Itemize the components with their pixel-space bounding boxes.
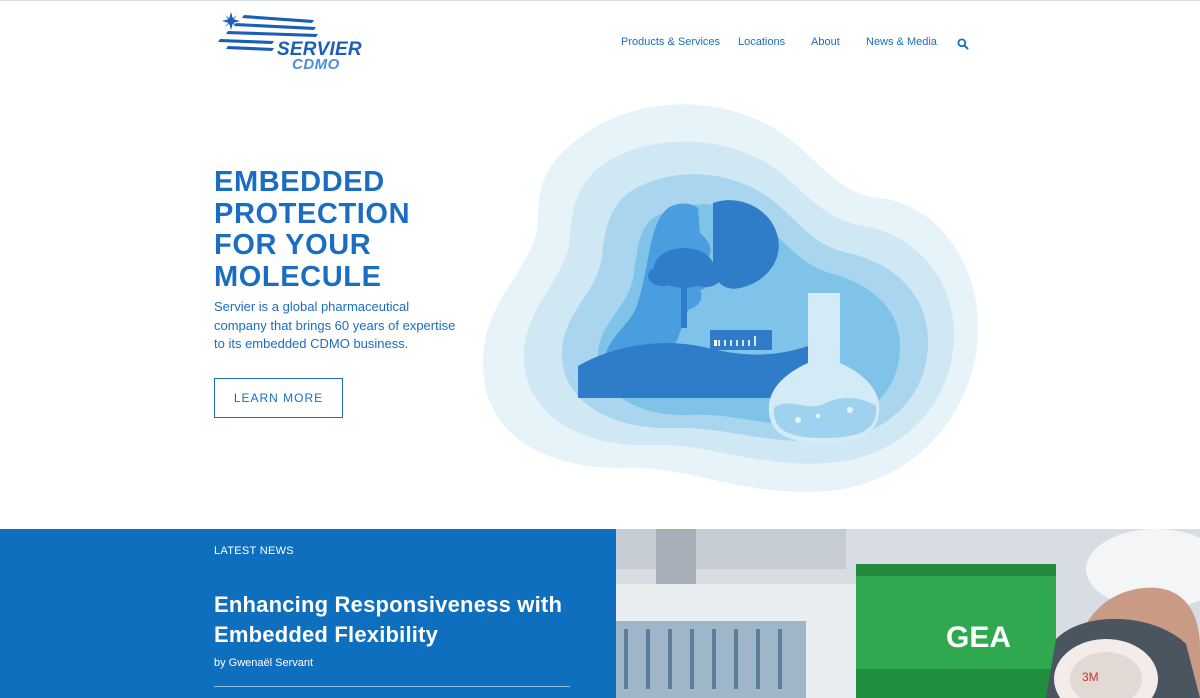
search-icon[interactable] <box>957 37 969 50</box>
gea-logo-text: GEA <box>946 621 1011 654</box>
hero-title-line: FOR YOUR <box>214 229 372 261</box>
top-border <box>0 0 1200 1</box>
latest-news-label: LATEST NEWS <box>214 545 294 557</box>
news-article-title[interactable]: Enhancing Responsiveness with Embedded F… <box>214 590 574 650</box>
lab-technician-photo: GEA 3M <box>616 529 1200 698</box>
hero-title-line: EMBEDDED <box>214 166 385 198</box>
learn-more-button[interactable]: LEARN MORE <box>214 378 343 418</box>
nav-locations[interactable]: Locations <box>738 36 785 48</box>
nav-news-media[interactable]: News & Media <box>866 36 937 48</box>
servier-cdmo-logo[interactable]: SERVIER CDMO <box>214 11 362 73</box>
news-divider <box>214 686 570 687</box>
nav-products-services[interactable]: Products & Services <box>621 36 720 48</box>
hero-description: Servier is a global pharmaceutical compa… <box>214 299 456 351</box>
news-author: by Gwenaël Servant <box>214 657 314 669</box>
hero-title-line: MOLECULE <box>214 260 382 293</box>
hero-illustration <box>478 98 983 498</box>
hero-title: EMBEDDED PROTECTION FOR YOUR MOLECULE <box>214 166 411 293</box>
nav-about[interactable]: About <box>811 36 840 48</box>
hero-title-line: PROTECTION <box>214 197 411 230</box>
mask-label-text: 3M <box>1082 670 1099 684</box>
logo-text-cdmo: CDMO <box>292 56 340 73</box>
